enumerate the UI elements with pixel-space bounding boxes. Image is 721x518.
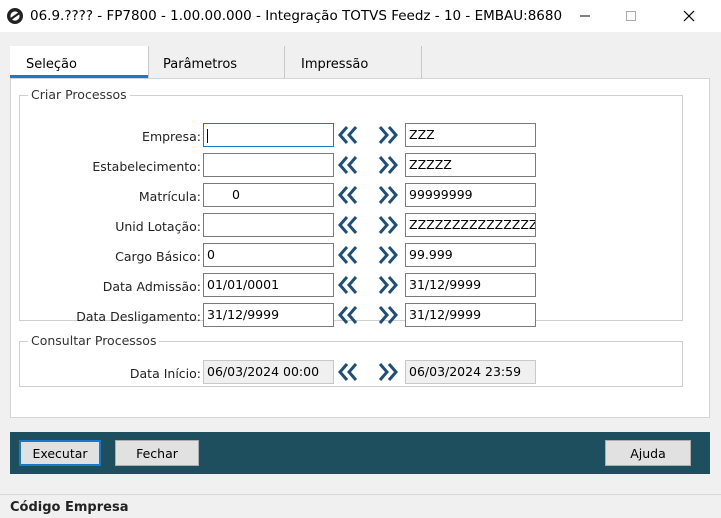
- action-bar: Executar Fechar Ajuda: [10, 432, 710, 474]
- matricula-label: Matrícula:: [138, 189, 201, 204]
- close-icon: [683, 10, 695, 22]
- empresa-from-input[interactable]: [203, 123, 334, 147]
- data-inicio-to-input[interactable]: 06/03/2024 23:59: [405, 360, 536, 384]
- text-caret: [207, 128, 208, 143]
- status-text: Código Empresa: [10, 500, 129, 515]
- app-icon: [7, 8, 23, 24]
- double-chevron-left-icon[interactable]: [337, 305, 359, 325]
- executar-button[interactable]: Executar: [19, 440, 101, 466]
- double-chevron-right-icon[interactable]: [377, 185, 399, 205]
- matricula-to-input[interactable]: 99999999: [405, 183, 536, 207]
- data-admissao-from-input[interactable]: 01/01/0001: [203, 273, 334, 297]
- data-admissao-label: Data Admissão:: [102, 279, 201, 294]
- fechar-button[interactable]: Fechar: [115, 440, 199, 466]
- minimize-button[interactable]: [562, 0, 608, 32]
- data-desligamento-from-input[interactable]: 31/12/9999: [203, 303, 334, 327]
- window-title: 06.9.???? - FP7800 - 1.00.00.000 - Integ…: [30, 8, 563, 24]
- unid-lotacao-label: Unid Lotação:: [115, 219, 201, 234]
- close-button[interactable]: [666, 0, 712, 32]
- tab-parametros[interactable]: Parâmetros: [148, 46, 284, 78]
- tab-strip: Seleção Parâmetros Impressão: [10, 46, 710, 78]
- data-admissao-to-input[interactable]: 31/12/9999: [405, 273, 536, 297]
- double-chevron-left-icon[interactable]: [337, 245, 359, 265]
- unid-lotacao-to-input[interactable]: ZZZZZZZZZZZZZZZZZZ: [405, 213, 536, 237]
- criar-processos-title: Criar Processos: [28, 87, 130, 102]
- maximize-icon: [626, 11, 636, 21]
- cargo-basico-label: Cargo Básico:: [115, 249, 201, 264]
- cargo-basico-to-input[interactable]: 99.999: [405, 243, 536, 267]
- empresa-to-input[interactable]: ZZZ: [405, 123, 536, 147]
- estabelecimento-from-input[interactable]: [203, 153, 334, 177]
- double-chevron-left-icon[interactable]: [337, 185, 359, 205]
- empresa-label: Empresa:: [142, 129, 201, 144]
- unid-lotacao-from-input[interactable]: [203, 213, 334, 237]
- double-chevron-left-icon[interactable]: [337, 362, 359, 382]
- double-chevron-left-icon[interactable]: [337, 155, 359, 175]
- data-inicio-label: Data Início:: [129, 366, 201, 381]
- matricula-from-input[interactable]: 0: [203, 183, 334, 207]
- data-desligamento-to-input[interactable]: 31/12/9999: [405, 303, 536, 327]
- double-chevron-right-icon[interactable]: [377, 125, 399, 145]
- double-chevron-right-icon[interactable]: [377, 275, 399, 295]
- data-desligamento-label: Data Desligamento:: [76, 309, 201, 324]
- ajuda-button[interactable]: Ajuda: [605, 440, 691, 466]
- tab-selecao[interactable]: Seleção: [10, 46, 148, 78]
- tab-control: Seleção Parâmetros Impressão Criar Proce…: [10, 46, 710, 418]
- status-bar: Código Empresa: [0, 494, 721, 518]
- maximize-button[interactable]: [608, 0, 654, 32]
- data-inicio-from-input[interactable]: 06/03/2024 00:00: [203, 360, 334, 384]
- double-chevron-right-icon[interactable]: [377, 155, 399, 175]
- double-chevron-right-icon[interactable]: [377, 245, 399, 265]
- client-area: Seleção Parâmetros Impressão Criar Proce…: [0, 32, 721, 518]
- consultar-processos-title: Consultar Processos: [28, 333, 160, 348]
- double-chevron-left-icon[interactable]: [337, 275, 359, 295]
- double-chevron-right-icon[interactable]: [377, 215, 399, 235]
- tab-impressao[interactable]: Impressão: [284, 46, 422, 78]
- double-chevron-left-icon[interactable]: [337, 125, 359, 145]
- double-chevron-right-icon[interactable]: [377, 305, 399, 325]
- estabelecimento-to-input[interactable]: ZZZZZ: [405, 153, 536, 177]
- double-chevron-right-icon[interactable]: [377, 362, 399, 382]
- tab-panel-selecao: Criar Processos Empresa: ZZZ Estabelecim…: [10, 78, 710, 418]
- double-chevron-left-icon[interactable]: [337, 215, 359, 235]
- title-bar: 06.9.???? - FP7800 - 1.00.00.000 - Integ…: [0, 0, 721, 32]
- estabelecimento-label: Estabelecimento:: [92, 159, 201, 174]
- cargo-basico-from-input[interactable]: 0: [203, 243, 334, 267]
- minimize-icon: [580, 15, 590, 17]
